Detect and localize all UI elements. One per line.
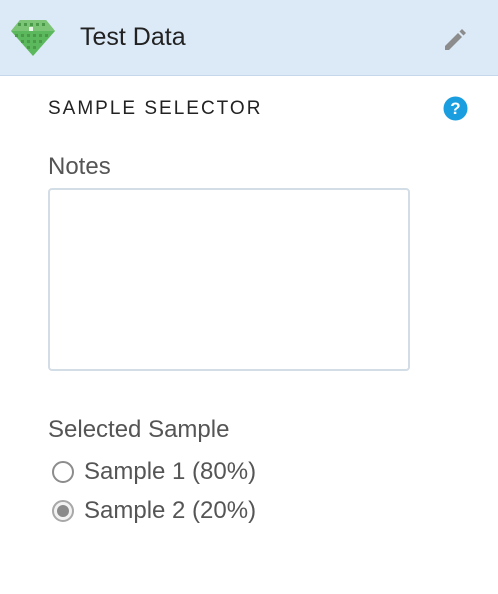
radio-option-sample-2[interactable]: Sample 2 (20%) bbox=[52, 495, 256, 527]
page-title: Test Data bbox=[80, 23, 186, 51]
section-title: SAMPLE SELECTOR bbox=[48, 98, 263, 119]
radio-button-unchecked[interactable] bbox=[52, 461, 74, 483]
gem-icon bbox=[11, 20, 55, 56]
help-icon-glyph: ? bbox=[450, 99, 460, 118]
selected-sample-label: Selected Sample bbox=[48, 416, 230, 443]
notes-textarea[interactable] bbox=[48, 188, 410, 371]
radio-option-label: Sample 1 (80%) bbox=[84, 458, 257, 485]
radio-dot bbox=[57, 505, 69, 517]
notes-label: Notes bbox=[48, 153, 111, 180]
pencil-icon[interactable] bbox=[441, 26, 469, 54]
radio-button-checked[interactable] bbox=[52, 500, 74, 522]
radio-option-label: Sample 2 (20%) bbox=[84, 497, 257, 524]
help-icon[interactable]: ? bbox=[443, 96, 468, 121]
radio-option-sample-1[interactable]: Sample 1 (80%) bbox=[52, 456, 256, 488]
header-bar: Test Data bbox=[0, 0, 498, 76]
